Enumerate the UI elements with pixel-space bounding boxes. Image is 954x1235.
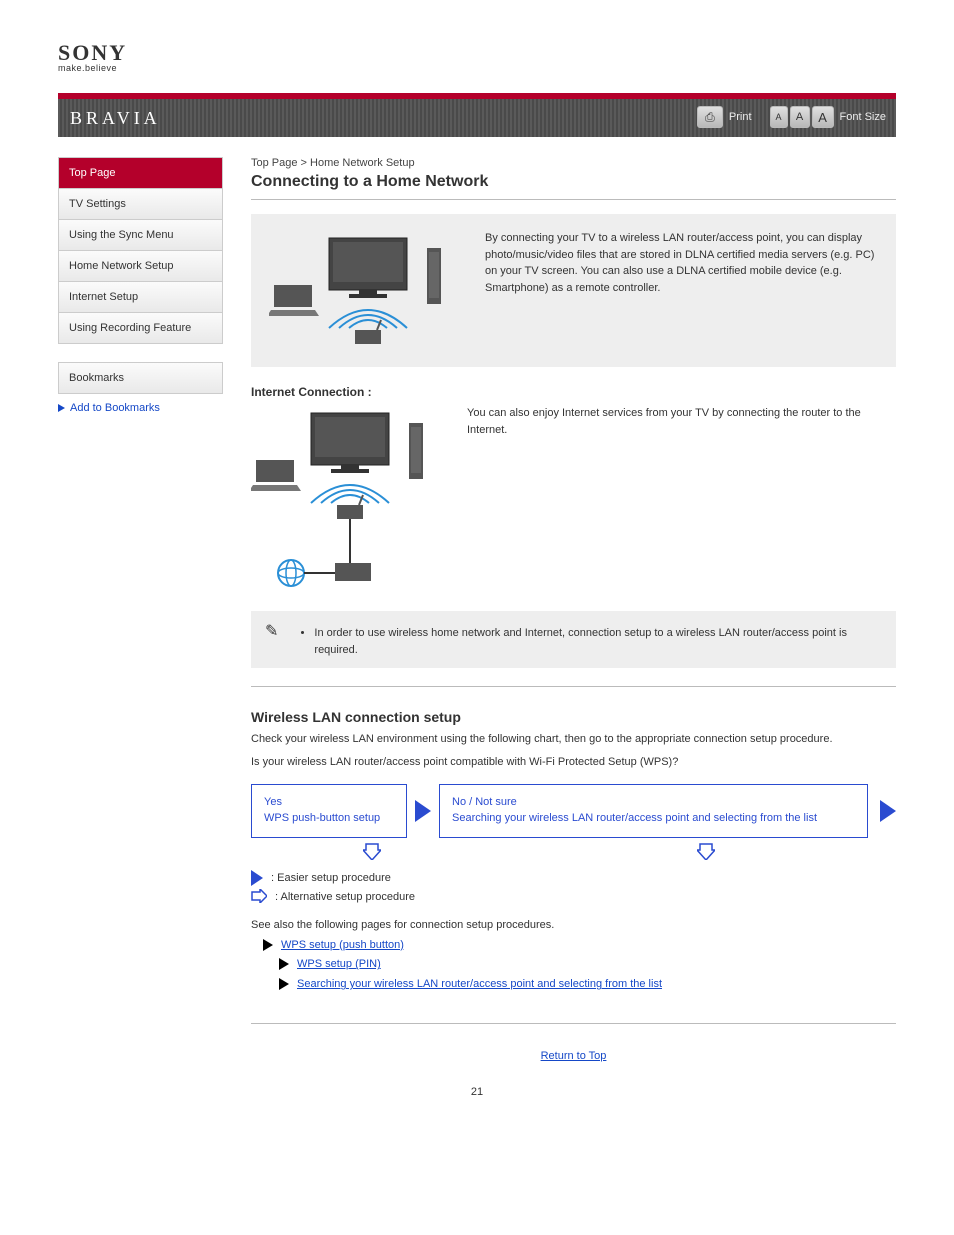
flow-box-no[interactable]: No / Not sure Searching your wireless LA… (439, 784, 868, 838)
legend-outline-text: : Alternative setup procedure (275, 891, 415, 903)
setup-link-wps-push[interactable]: WPS setup (push button) (263, 936, 896, 956)
internet-connection-block: You can also enjoy Internet services fro… (251, 405, 896, 603)
add-bookmark-link[interactable]: Add to Bookmarks (58, 402, 223, 414)
note-text: In order to use wireless home network an… (314, 625, 882, 658)
wireless-setup-text-1: Check your wireless LAN environment usin… (251, 731, 896, 748)
arrow-right-icon (415, 800, 431, 822)
home-network-panel: By connecting your TV to a wireless LAN … (251, 214, 896, 367)
sidebar-menu: Top Page TV Settings Using the Sync Menu… (58, 157, 223, 344)
page-title: Connecting to a Home Network (251, 173, 896, 191)
font-size-large[interactable]: A (812, 106, 834, 128)
arrow-down-icon (697, 842, 715, 860)
return-to-top[interactable]: Return to Top (251, 1050, 896, 1062)
flow-box-yes-l2: WPS push-button setup (264, 811, 394, 827)
home-network-diagram (269, 230, 469, 353)
arrow-right-icon (880, 800, 896, 822)
font-size-medium[interactable]: A (790, 106, 810, 128)
note-icon: ✎ (265, 621, 278, 641)
setup-intro: See also the following pages for connect… (251, 916, 896, 936)
divider (251, 686, 896, 687)
wireless-setup-text-2: Is your wireless LAN router/access point… (251, 754, 896, 771)
setup-links: See also the following pages for connect… (251, 916, 896, 995)
product-name: BRAVIA (70, 108, 161, 129)
wireless-setup-title: Wireless LAN connection setup (251, 709, 896, 725)
home-network-text: By connecting your TV to a wireless LAN … (485, 230, 878, 296)
add-bookmark-label: Add to Bookmarks (70, 402, 160, 414)
arrow-right-icon (58, 404, 65, 412)
setup-link-wps-pin-label: WPS setup (PIN) (297, 955, 381, 975)
setup-flow: Yes WPS push-button setup No / Not sure … (251, 784, 896, 838)
arrow-outline-icon (251, 889, 267, 906)
flow-legend: : Easier setup procedure : Alternative s… (251, 870, 896, 906)
breadcrumb: Top Page > Home Network Setup (251, 157, 896, 169)
note-content: In order to use wireless home network an… (294, 621, 882, 658)
divider (251, 199, 896, 200)
banner: BRAVIA ⎙ Print A A A Font Size (58, 93, 896, 137)
flow-box-yes-l1: Yes (264, 795, 394, 811)
sidebar-item-tv-settings[interactable]: TV Settings (59, 189, 222, 220)
flow-box-yes[interactable]: Yes WPS push-button setup (251, 784, 407, 838)
arrow-right-icon (263, 939, 273, 951)
internet-connection-text: You can also enjoy Internet services fro… (467, 405, 896, 438)
print-label: Print (729, 111, 752, 123)
legend-solid-text: : Easier setup procedure (271, 872, 391, 884)
flow-box-no-l1: No / Not sure (452, 795, 855, 811)
setup-link-wps-pin[interactable]: WPS setup (PIN) (279, 955, 896, 975)
bookmarks-box[interactable]: Bookmarks (58, 362, 223, 394)
return-to-top-link[interactable]: Return to Top (541, 1050, 607, 1062)
font-size-group: A A A Font Size (770, 106, 886, 128)
font-size-small[interactable]: A (770, 106, 788, 128)
setup-link-search[interactable]: Searching your wireless LAN router/acces… (279, 975, 896, 995)
setup-link-wps-push-label: WPS setup (push button) (281, 936, 404, 956)
arrow-right-icon (279, 958, 289, 970)
internet-connection-diagram (251, 405, 451, 603)
note-panel: ✎ In order to use wireless home network … (251, 611, 896, 668)
sidebar-item-sync-menu[interactable]: Using the Sync Menu (59, 220, 222, 251)
print-button[interactable]: ⎙ (697, 106, 723, 128)
arrow-right-icon (279, 978, 289, 990)
print-icon: ⎙ (705, 110, 715, 125)
arrow-down-icon (363, 842, 381, 860)
arrow-solid-icon (251, 870, 263, 886)
divider (251, 1023, 896, 1024)
page-number: 21 (58, 1086, 896, 1098)
sidebar-item-top-page[interactable]: Top Page (59, 158, 222, 189)
sidebar-item-recording[interactable]: Using Recording Feature (59, 313, 222, 343)
brand-tagline: make.believe (58, 63, 896, 73)
setup-link-search-label: Searching your wireless LAN router/acces… (297, 975, 662, 995)
sidebar-item-home-network[interactable]: Home Network Setup (59, 251, 222, 282)
font-size-label: Font Size (840, 111, 886, 123)
brand-logo: SONY make.believe (58, 40, 896, 73)
sidebar-item-internet-setup[interactable]: Internet Setup (59, 282, 222, 313)
flow-down-arrows (251, 842, 896, 860)
flow-box-no-l2: Searching your wireless LAN router/acces… (452, 811, 855, 827)
print-group: ⎙ Print (697, 106, 752, 128)
internet-connection-label: Internet Connection : (251, 385, 896, 399)
